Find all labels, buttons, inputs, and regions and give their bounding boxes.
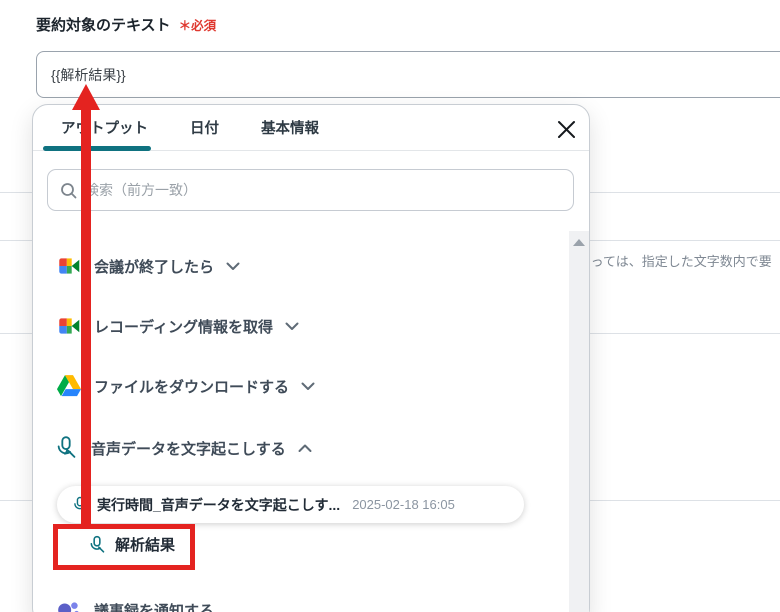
required-badge: ＊必須 [178,19,217,33]
tab-output[interactable]: アウトプット [61,117,148,138]
list-item-label: 議事録を通知する [94,602,215,612]
close-icon [557,120,575,138]
microphone-pencil-icon [53,435,79,461]
page: 要約対象のテキスト ＊必須 よっては、指定した文字数内で要 アウトプット 日付 基… [0,0,780,612]
field-label: 要約対象のテキスト ＊必須 [36,14,216,35]
field-label-text: 要約対象のテキスト [36,17,171,34]
tab-basic-info[interactable]: 基本情報 [261,117,319,138]
list-item-meeting-ended[interactable]: 会議が終了したら [56,253,240,279]
output-item-timestamp: 2025-02-18 16:05 [352,497,455,512]
close-button[interactable] [554,117,578,141]
variable-picker-popup: アウトプット 日付 基本情報 検索（前方一致） 会議が終了したら レコーディング… [32,104,590,612]
list-item-label: レコーディング情報を取得 [94,318,273,336]
app-dots-icon [56,597,82,612]
chevron-up-icon [298,444,312,453]
list-item-label: 会議が終了したら [94,258,215,276]
popup-scrollbar[interactable] [569,231,589,612]
active-tab-indicator [43,146,151,151]
microphone-pencil-icon [90,535,105,553]
list-item-get-recording-info[interactable]: レコーディング情報を取得 [56,313,299,339]
tab-bar: アウトプット 日付 基本情報 [33,105,589,151]
list-item-transcribe-audio[interactable]: 音声データを文字起こしする [53,435,312,461]
google-meet-icon [56,253,82,279]
output-item-label: 解析結果 [115,537,176,554]
search-box[interactable] [47,169,574,211]
chevron-down-icon [285,322,299,331]
list-item-notify-minutes[interactable]: 議事録を通知する [56,597,214,612]
list-item-label: 音声データを文字起こしする [91,440,286,458]
list-item-label: ファイルをダウンロードする [94,378,290,396]
scrollbar-up-icon[interactable] [573,239,585,246]
chevron-down-icon [226,262,240,271]
output-item-execution-time[interactable]: 実行時間_音声データを文字起こしす... 2025-02-18 16:05 [57,486,524,523]
summary-target-input[interactable] [36,51,780,98]
search-input[interactable] [85,182,561,198]
chevron-down-icon [301,382,315,391]
search-icon [61,182,77,198]
background-hint-text: よっては、指定した文字数内で要 [578,254,772,269]
tab-date[interactable]: 日付 [190,117,219,138]
output-item-analysis-result[interactable]: 解析結果 [87,534,175,555]
google-drive-icon [56,373,82,399]
list-item-download-file[interactable]: ファイルをダウンロードする [56,373,315,399]
google-meet-icon [56,313,82,339]
output-item-label: 実行時間_音声データを文字起こしす... [97,496,341,513]
microphone-pencil-icon [74,496,87,512]
